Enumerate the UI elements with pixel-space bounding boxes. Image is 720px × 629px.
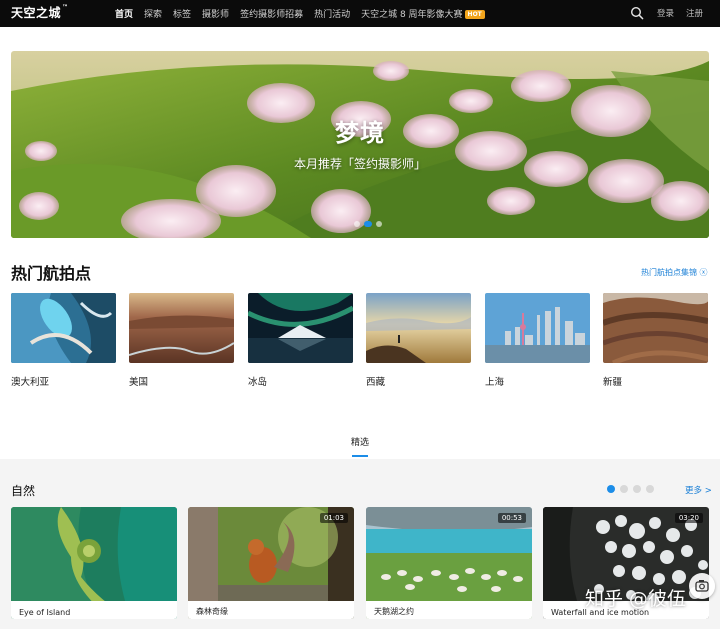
- spot-image: [11, 293, 116, 363]
- hot-spots-collection-link[interactable]: 热门航拍点集锦 ⓧ: [641, 267, 708, 278]
- spot-tibet[interactable]: 西藏: [366, 293, 471, 388]
- nav-explore[interactable]: 探索: [144, 7, 162, 20]
- banner-title: 梦境: [335, 119, 385, 147]
- card-title: 森林奇缘: [196, 607, 228, 616]
- spot-label: 西藏: [366, 377, 386, 388]
- spot-australia[interactable]: 澳大利亚: [11, 293, 116, 388]
- spot-image: [366, 293, 471, 363]
- site-logo[interactable]: 天空之城™: [11, 4, 69, 21]
- spot-image: [246, 293, 355, 363]
- video-duration: 01:03: [319, 513, 348, 523]
- register-link[interactable]: 注册: [686, 7, 703, 19]
- hot-spots-title: 热门航拍点: [11, 264, 92, 283]
- pager-dot-active[interactable]: [607, 485, 615, 493]
- video-duration: 03:20: [674, 513, 703, 523]
- spot-label: 上海: [485, 377, 505, 388]
- spot-image: [485, 293, 590, 363]
- main-nav: 首页 探索 标签 摄影师 签约摄影师招募 热门活动 天空之城 8 周年影像大赛 H…: [115, 0, 496, 27]
- card-title: Eye of Island: [19, 608, 71, 617]
- spot-iceland[interactable]: 冰岛: [246, 293, 355, 388]
- camera-icon[interactable]: [689, 573, 715, 599]
- search-icon[interactable]: [630, 6, 644, 20]
- hot-badge: HOT: [464, 10, 485, 19]
- video-card[interactable]: Eye of Island: [11, 507, 177, 619]
- video-card[interactable]: 01:03 森林奇缘: [188, 507, 354, 619]
- video-duration: 00:53: [497, 513, 526, 523]
- nav-tags[interactable]: 标签: [173, 7, 191, 20]
- carousel-dot[interactable]: [354, 221, 360, 227]
- pager-dot[interactable]: [633, 485, 641, 493]
- top-navigation-bar: 天空之城™ 首页 探索 标签 摄影师 签约摄影师招募 热门活动 天空之城 8 周…: [0, 0, 720, 27]
- spot-label: 新疆: [603, 377, 623, 388]
- nature-more-link[interactable]: 更多 >: [685, 484, 712, 496]
- spot-label: 澳大利亚: [11, 377, 50, 388]
- video-card[interactable]: 00:53 天鹅湖之约: [366, 507, 532, 619]
- spot-xinjiang[interactable]: 新疆: [601, 293, 709, 388]
- carousel-dot-active[interactable]: [364, 221, 372, 227]
- spot-usa[interactable]: 美国: [128, 293, 235, 388]
- pager-dot[interactable]: [646, 485, 654, 493]
- tab-active-indicator: [352, 455, 368, 457]
- carousel-dot[interactable]: [376, 221, 382, 227]
- banner-carousel-dots: [354, 221, 382, 227]
- spot-image: [601, 293, 709, 366]
- banner-subtitle: 本月推荐「签约摄影师」: [293, 157, 426, 171]
- spot-shanghai[interactable]: 上海: [485, 293, 590, 388]
- card-title: 天鹅湖之约: [374, 607, 414, 616]
- hero-banner[interactable]: 梦境 本月推荐「签约摄影师」: [11, 51, 709, 238]
- nav-events[interactable]: 热门活动: [314, 7, 350, 20]
- spot-label: 冰岛: [248, 377, 268, 388]
- spot-image: [128, 293, 235, 363]
- pager-dot[interactable]: [620, 485, 628, 493]
- nav-recruit[interactable]: 签约摄影师招募: [240, 7, 303, 20]
- watermark: 知乎 @彼伍: [585, 588, 687, 610]
- nav-home[interactable]: 首页: [115, 7, 133, 20]
- nature-section-title: 自然: [11, 484, 36, 498]
- tab-featured[interactable]: 精选: [340, 435, 380, 448]
- nature-pager: [607, 485, 654, 493]
- login-link[interactable]: 登录: [657, 7, 674, 19]
- nav-contest[interactable]: 天空之城 8 周年影像大赛 HOT: [361, 7, 485, 20]
- nav-photographers[interactable]: 摄影师: [202, 7, 229, 20]
- spot-label: 美国: [129, 377, 149, 388]
